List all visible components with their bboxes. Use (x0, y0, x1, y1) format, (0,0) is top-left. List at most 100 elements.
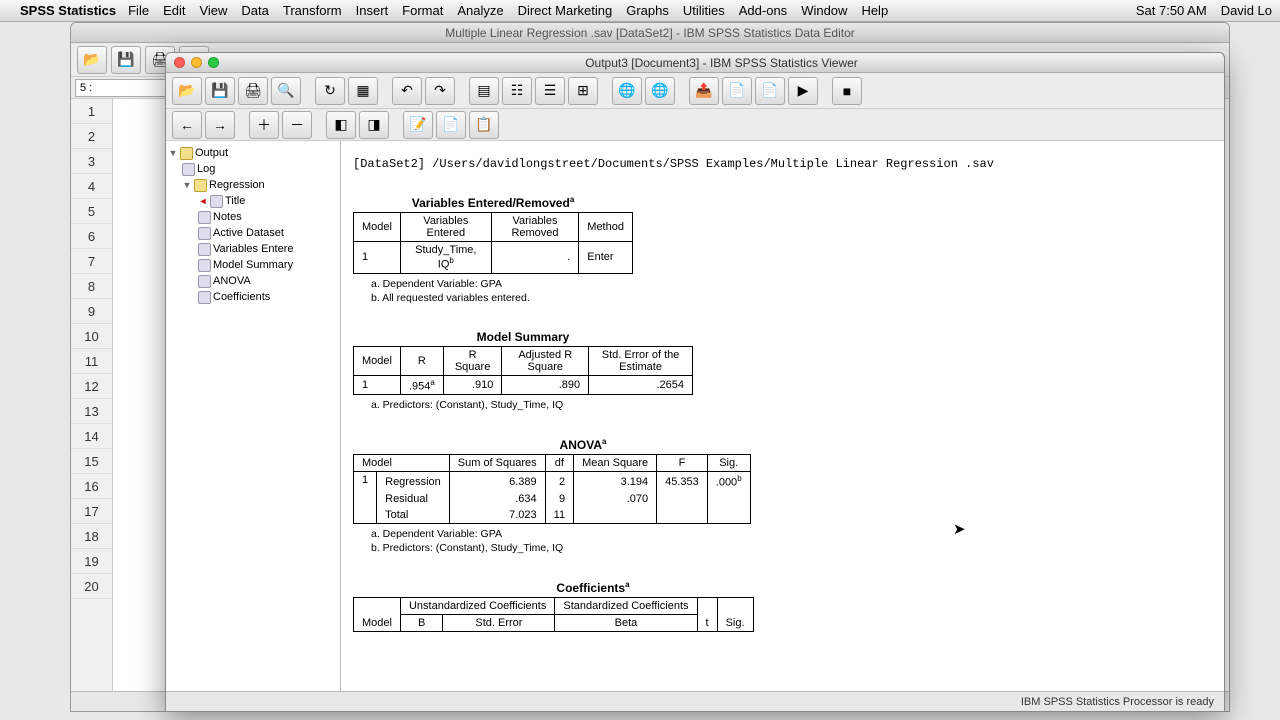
cube2-icon[interactable]: ◨ (359, 111, 389, 139)
output-outline[interactable]: ▼Output Log ▼Regression ◄Title Notes Act… (166, 141, 341, 691)
row-header[interactable]: 7 (71, 249, 112, 274)
row-header[interactable]: 3 (71, 149, 112, 174)
row-header[interactable]: 20 (71, 574, 112, 599)
col-sig: Sig. (717, 597, 753, 631)
row-header[interactable]: 2 (71, 124, 112, 149)
menu-addons[interactable]: Add-ons (739, 3, 787, 18)
insert-title-icon[interactable]: 📄 (436, 111, 466, 139)
menu-graphs[interactable]: Graphs (626, 3, 669, 18)
clock[interactable]: Sat 7:50 AM (1136, 3, 1207, 18)
globe2-icon[interactable]: 🌐 (645, 77, 675, 105)
model-summary-table[interactable]: Model R R Square Adjusted R Square Std. … (353, 346, 693, 396)
outline-node-coefficients[interactable]: Coefficients (168, 289, 338, 305)
print-preview-icon[interactable]: 🔍 (271, 77, 301, 105)
disclosure-icon[interactable]: ▼ (168, 148, 178, 158)
anova-block: ANOVAa Model Sum of Squares df Mean Squa… (353, 437, 813, 554)
back-icon[interactable]: ← (172, 111, 202, 139)
output-content[interactable]: [DataSet2] /Users/davidlongstreet/Docume… (341, 141, 1224, 691)
globe-icon[interactable]: 🌐 (612, 77, 642, 105)
menu-view[interactable]: View (199, 3, 227, 18)
variables-icon[interactable]: ☷ (502, 77, 532, 105)
print-icon[interactable]: 🖨 (238, 77, 268, 105)
anova-table[interactable]: Model Sum of Squares df Mean Square F Si… (353, 454, 751, 524)
open-icon[interactable]: 📂 (77, 46, 107, 74)
cell: .890 (502, 375, 589, 395)
cube-icon[interactable]: ◧ (326, 111, 356, 139)
forward-icon[interactable]: → (205, 111, 235, 139)
menu-analyze[interactable]: Analyze (457, 3, 503, 18)
run-icon[interactable]: ▶ (788, 77, 818, 105)
recall-dialog-icon[interactable]: ↻ (315, 77, 345, 105)
stop-icon[interactable]: ■ (832, 77, 862, 105)
collapse-icon[interactable]: － (282, 111, 312, 139)
coefficients-table[interactable]: Model Unstandardized Coefficients Standa… (353, 597, 754, 632)
doc2-icon[interactable]: 📄 (755, 77, 785, 105)
row-header[interactable]: 15 (71, 449, 112, 474)
disclosure-icon[interactable]: ▼ (182, 180, 192, 190)
outline-node-output[interactable]: ▼Output (168, 145, 338, 161)
outline-node-title[interactable]: ◄Title (168, 193, 338, 209)
row-header[interactable]: 14 (71, 424, 112, 449)
weight-icon[interactable]: ⊞ (568, 77, 598, 105)
variables-entered-table[interactable]: Model Variables Entered Variables Remove… (353, 212, 633, 274)
row-header[interactable]: 11 (71, 349, 112, 374)
row-header[interactable]: 19 (71, 549, 112, 574)
mac-menubar: SPSS Statistics File Edit View Data Tran… (0, 0, 1280, 22)
row-header[interactable]: 1 (71, 99, 112, 124)
undo-icon[interactable]: ↶ (392, 77, 422, 105)
row-header[interactable]: 16 (71, 474, 112, 499)
row-header[interactable]: 10 (71, 324, 112, 349)
menu-data[interactable]: Data (241, 3, 268, 18)
row-header[interactable]: 6 (71, 224, 112, 249)
menu-file[interactable]: File (128, 3, 149, 18)
doc-icon[interactable]: 📄 (722, 77, 752, 105)
outline-node-variables-entered[interactable]: Variables Entere (168, 241, 338, 257)
outline-node-model-summary[interactable]: Model Summary (168, 257, 338, 273)
goto-data-icon[interactable]: ▦ (348, 77, 378, 105)
col-sig: Sig. (707, 455, 750, 472)
menu-insert[interactable]: Insert (356, 3, 389, 18)
redo-icon[interactable]: ↷ (425, 77, 455, 105)
goto-case-icon[interactable]: ▤ (469, 77, 499, 105)
row-header[interactable]: 4 (71, 174, 112, 199)
outline-node-regression[interactable]: ▼Regression (168, 177, 338, 193)
save-icon[interactable]: 💾 (111, 46, 141, 74)
item-icon (198, 243, 211, 256)
select-icon[interactable]: ☰ (535, 77, 565, 105)
row-header[interactable]: 17 (71, 499, 112, 524)
row-header[interactable]: 12 (71, 374, 112, 399)
menu-window[interactable]: Window (801, 3, 847, 18)
model-summary-block: Model Summary Model R R Square Adjusted … (353, 330, 693, 412)
menu-utilities[interactable]: Utilities (683, 3, 725, 18)
menu-format[interactable]: Format (402, 3, 443, 18)
col-b: B (400, 614, 443, 631)
cell: .2654 (589, 375, 693, 395)
user-menu[interactable]: David Lo (1221, 3, 1272, 18)
row-header[interactable]: 13 (71, 399, 112, 424)
export-icon[interactable]: 📤 (689, 77, 719, 105)
outline-node-notes[interactable]: Notes (168, 209, 338, 225)
row-header[interactable]: 8 (71, 274, 112, 299)
insert-text-icon[interactable]: 📋 (469, 111, 499, 139)
expand-icon[interactable]: ＋ (249, 111, 279, 139)
save-icon[interactable]: 💾 (205, 77, 235, 105)
menu-direct-marketing[interactable]: Direct Marketing (518, 3, 613, 18)
menu-help[interactable]: Help (861, 3, 888, 18)
outline-node-anova[interactable]: ANOVA (168, 273, 338, 289)
row-header[interactable]: 5 (71, 199, 112, 224)
minimize-icon[interactable] (191, 57, 202, 68)
cell (707, 491, 750, 507)
outline-node-active-dataset[interactable]: Active Dataset (168, 225, 338, 241)
viewer-titlebar[interactable]: Output3 [Document3] - IBM SPSS Statistic… (166, 53, 1224, 73)
insert-head-icon[interactable]: 📝 (403, 111, 433, 139)
row-header[interactable]: 9 (71, 299, 112, 324)
app-name[interactable]: SPSS Statistics (20, 3, 116, 18)
zoom-icon[interactable] (208, 57, 219, 68)
menu-transform[interactable]: Transform (283, 3, 342, 18)
close-icon[interactable] (174, 57, 185, 68)
col-entered: Variables Entered (400, 213, 491, 242)
outline-node-log[interactable]: Log (168, 161, 338, 177)
menu-edit[interactable]: Edit (163, 3, 185, 18)
open-icon[interactable]: 📂 (172, 77, 202, 105)
row-header[interactable]: 18 (71, 524, 112, 549)
